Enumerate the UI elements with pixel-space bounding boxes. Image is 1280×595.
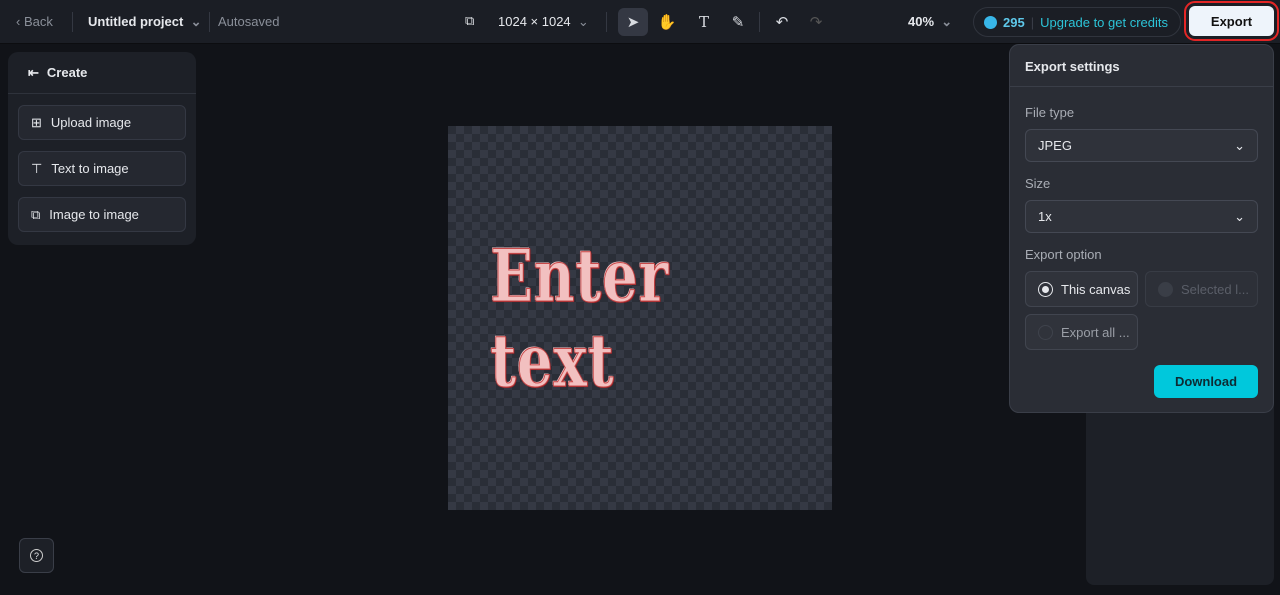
back-label: Back [23, 14, 53, 29]
undo-icon[interactable]: ↶ [767, 8, 797, 36]
help-icon: ? [30, 549, 43, 562]
divider [209, 12, 210, 32]
download-button[interactable]: Download [1154, 365, 1258, 398]
image-to-image-label: Image to image [49, 207, 139, 222]
chevron-down-icon: ⌄ [1234, 137, 1245, 153]
redo-icon[interactable]: ↷ [801, 8, 831, 36]
upload-image-icon: ⊞ [31, 114, 42, 130]
autosave-status: Autosaved [218, 14, 280, 29]
canvas-size: 1024 × 1024 [498, 14, 571, 29]
option-this-canvas[interactable]: This canvas [1025, 271, 1138, 307]
zoom-level: 40% [908, 14, 935, 29]
upload-image-label: Upload image [50, 115, 132, 130]
create-panel: ⇤ Create ⊞ Upload image ⊤ Text to image ⧉ Im… [8, 52, 196, 245]
upgrade-link[interactable]: Upgrade to get credits [1040, 15, 1168, 30]
text-to-image-label: Text to image [51, 161, 129, 176]
text-to-image-icon: ⊤ [31, 160, 43, 176]
canvas-text-art[interactable]: Enter text [490, 233, 790, 404]
chevron-down-icon: ⌄ [1234, 208, 1245, 224]
size-label: Size [1025, 176, 1051, 191]
project-title: Untitled project [88, 14, 184, 29]
divider: | [1030, 14, 1035, 30]
option-label: This canvas [1061, 281, 1131, 297]
option-label: Export all ... [1061, 324, 1130, 340]
zoom-dropdown[interactable]: 40% ⌄ [908, 14, 952, 30]
option-label: Selected l... [1181, 281, 1249, 297]
credits-pill[interactable]: 295 | Upgrade to get credits [973, 7, 1181, 37]
credit-icon [984, 15, 997, 29]
radio-disabled-icon [1158, 281, 1173, 297]
radio-selected-icon [1038, 281, 1053, 297]
brush-tool-icon[interactable]: ✎ [723, 8, 753, 36]
image-to-image-button[interactable]: ⧉ Image to image [18, 197, 186, 232]
create-title: Create [46, 65, 88, 80]
export-settings-popup: Export settings File type JPEG ⌄ Size 1x ⌄… [1009, 44, 1274, 413]
option-selected-layers[interactable]: Selected l... [1145, 271, 1258, 307]
size-value: 1x [1038, 209, 1052, 224]
canvas[interactable]: Enter text [448, 126, 832, 510]
popup-title: Export settings [1010, 45, 1273, 87]
text-tool-icon[interactable]: T [689, 8, 719, 36]
select-tool-icon[interactable]: ➤ [618, 8, 648, 36]
create-header[interactable]: ⇤ Create [8, 52, 196, 94]
divider [759, 12, 760, 32]
radio-icon [1038, 324, 1053, 340]
back-button[interactable]: ‹ Back [16, 14, 53, 29]
image-to-image-icon: ⧉ [31, 206, 41, 222]
upload-image-button[interactable]: ⊞ Upload image [18, 105, 186, 140]
right-panel [1086, 400, 1274, 585]
chevron-down-icon: ⌄ [574, 14, 589, 29]
file-type-label: File type [1025, 105, 1075, 120]
help-button[interactable]: ? [19, 538, 54, 573]
file-type-value: JPEG [1038, 138, 1072, 153]
chevron-down-icon: ⌄ [937, 14, 953, 29]
divider [72, 12, 73, 32]
export-button[interactable]: Export [1184, 1, 1279, 41]
top-bar: ‹ Back Untitled project ⌄ Autosaved ⧉ 10… [0, 0, 1280, 44]
file-type-select[interactable]: JPEG ⌄ [1025, 129, 1258, 162]
text-to-image-button[interactable]: ⊤ Text to image [18, 151, 186, 186]
canvas-size-dropdown[interactable]: 1024 × 1024 ⌄ [498, 14, 589, 30]
project-name[interactable]: Untitled project ⌄ [88, 14, 201, 30]
collapse-icon[interactable]: ⇤ [28, 65, 39, 81]
option-export-all[interactable]: Export all ... [1025, 314, 1138, 350]
chevron-down-icon: ⌄ [186, 14, 202, 29]
resize-icon[interactable]: ⧉ [465, 13, 474, 29]
divider [606, 12, 607, 32]
hand-tool-icon[interactable]: ✋ [652, 8, 682, 36]
size-select[interactable]: 1x ⌄ [1025, 200, 1258, 233]
export-option-label: Export option [1025, 247, 1102, 262]
credit-count: 295 [1003, 14, 1025, 30]
